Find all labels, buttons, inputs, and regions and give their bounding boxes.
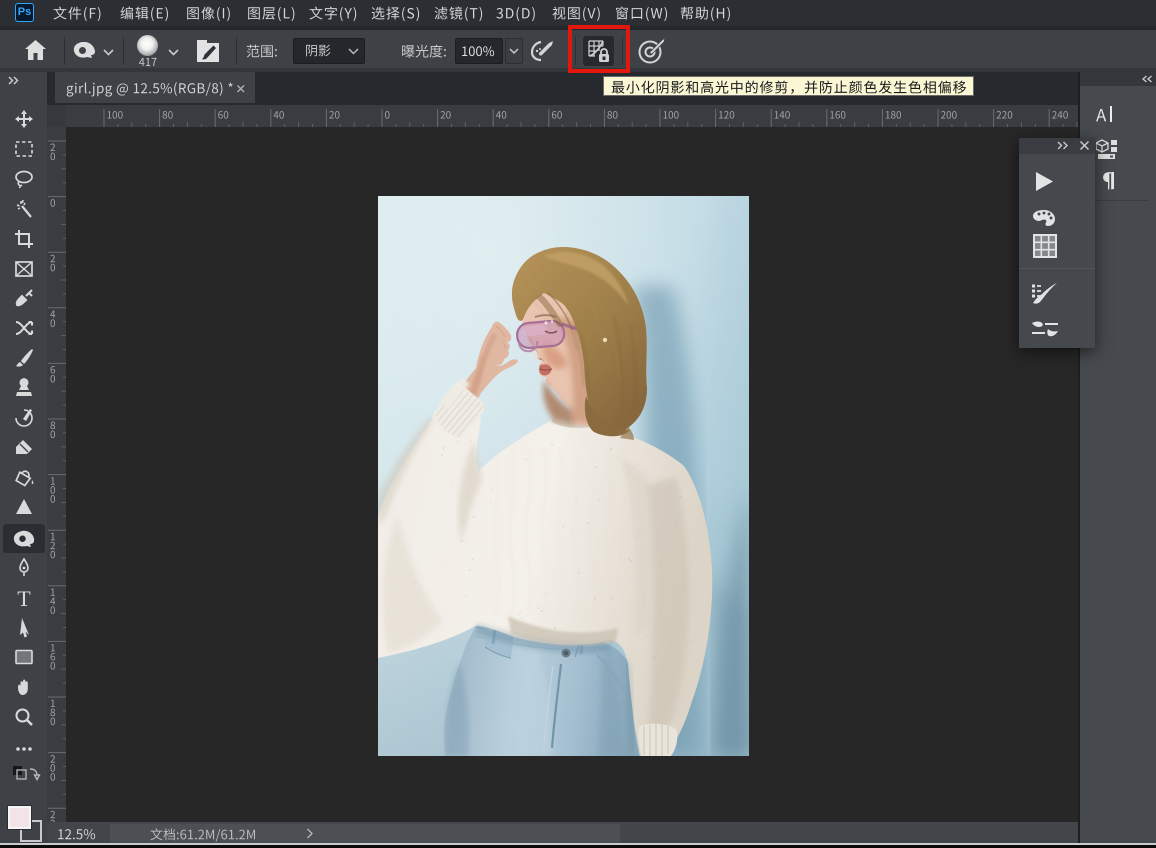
svg-text:T: T [17, 586, 31, 611]
